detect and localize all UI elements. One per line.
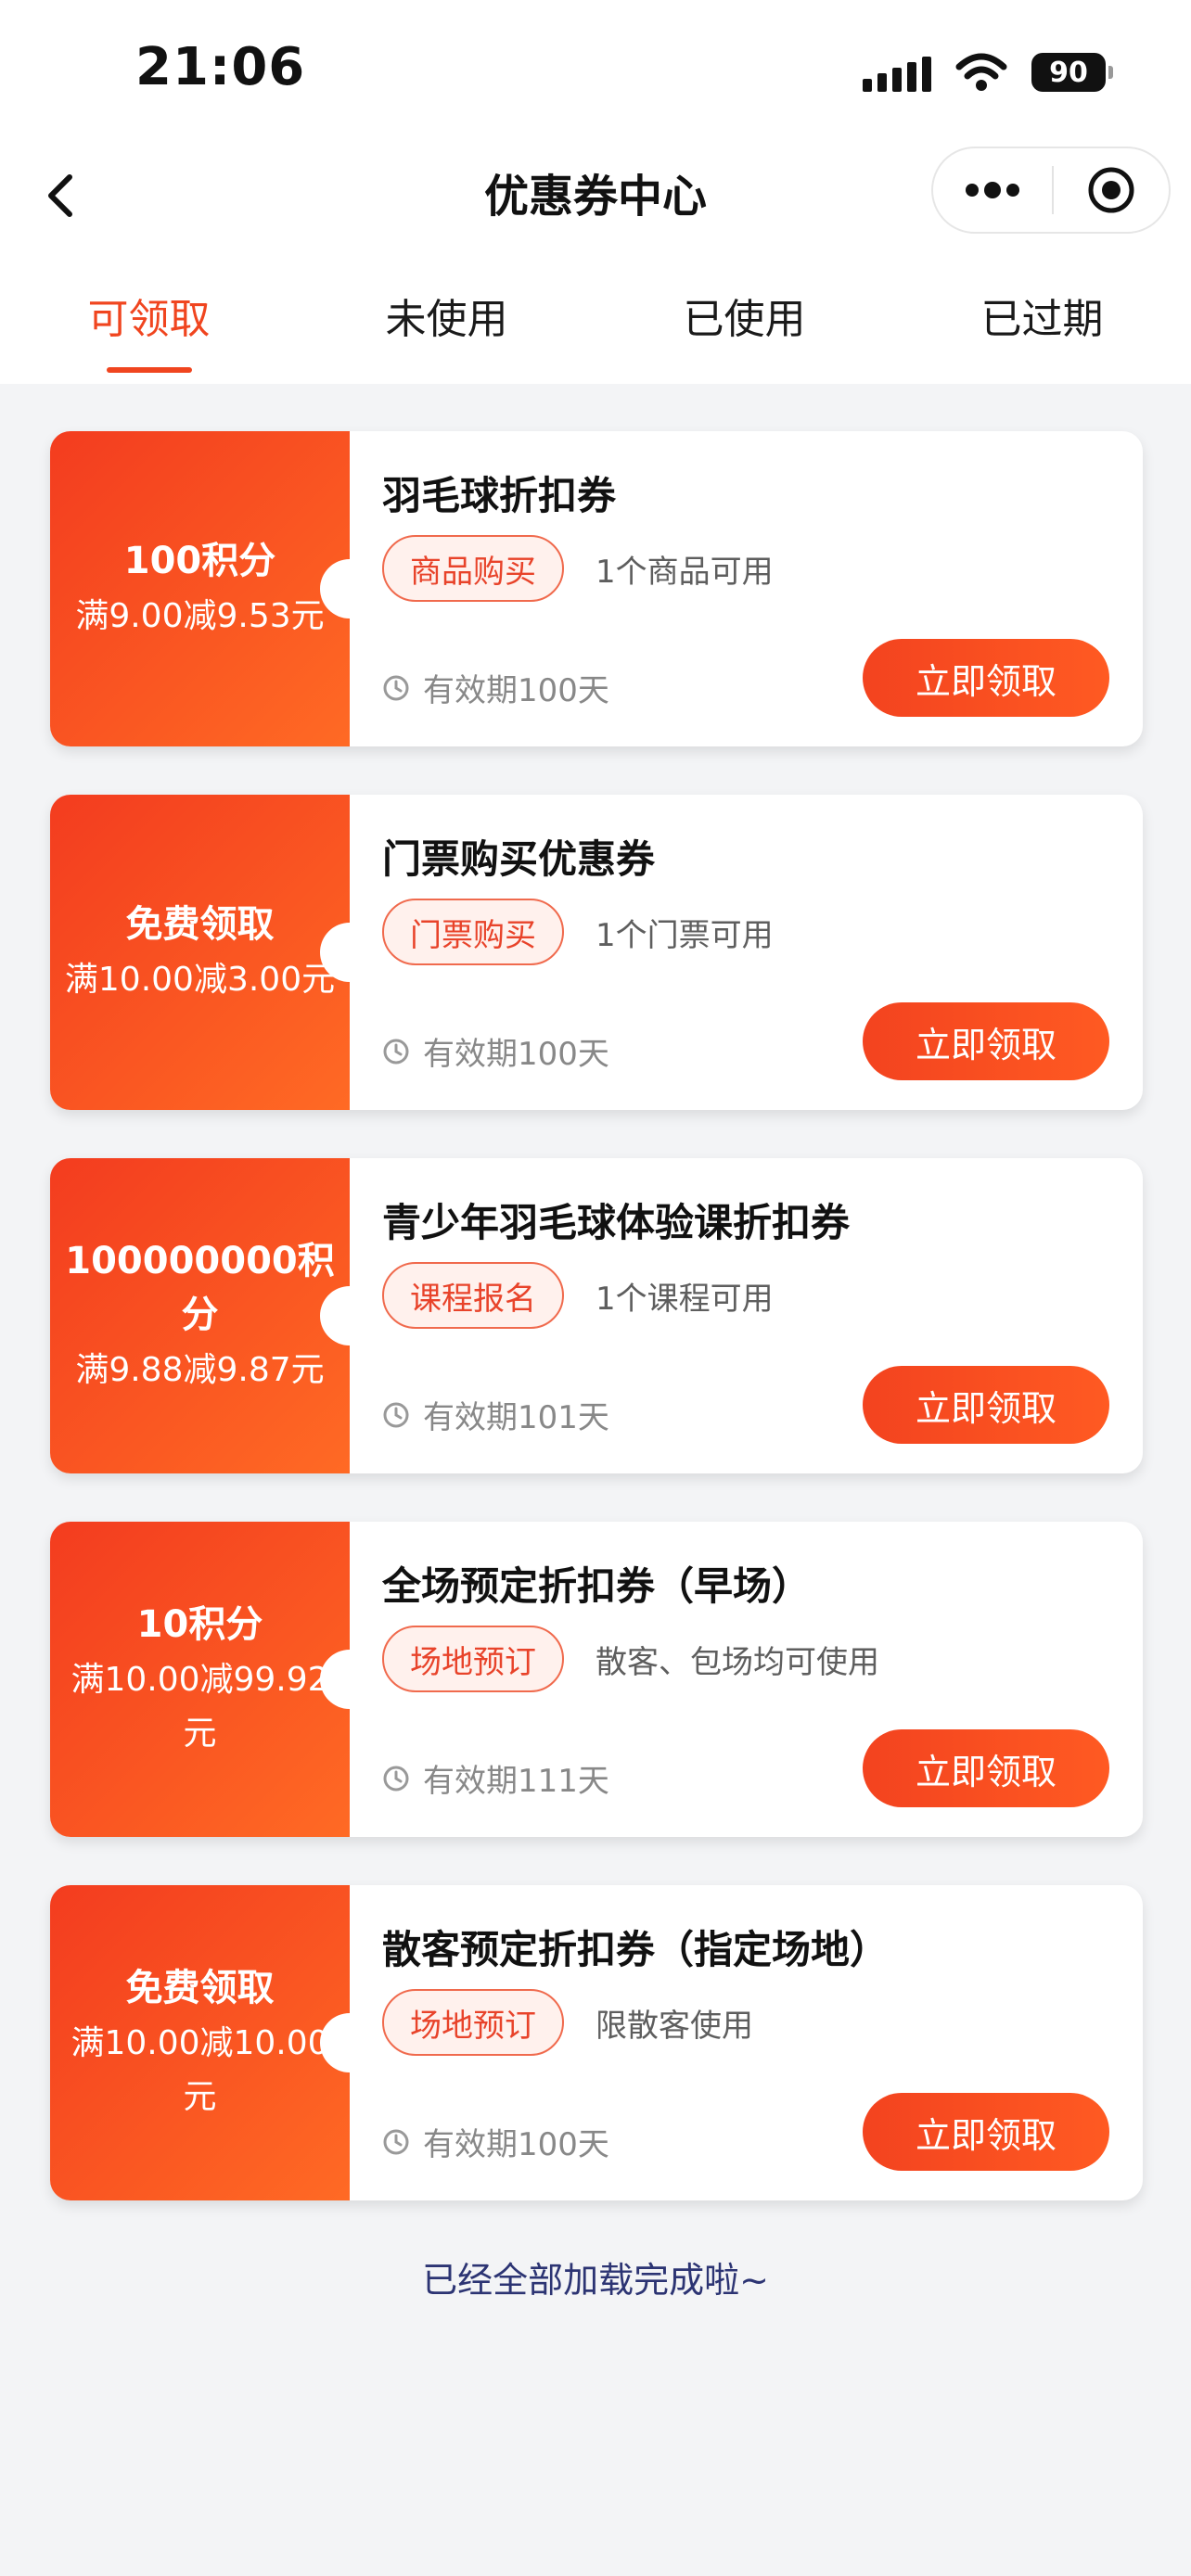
coupon-value: 100积分 (123, 540, 276, 582)
clock-icon (382, 1765, 410, 1792)
coupon-value-panel: 100000000积分 满9.88减9.87元 (50, 1158, 379, 1473)
coupon-details: 散客预定折扣券（指定场地） 场地预订 限散客使用 有效期100天 立即领取 (350, 1885, 1143, 2200)
coupon-scope: 1个门票可用 (596, 916, 774, 954)
list-end-text: 已经全部加载完成啦~ (422, 2260, 769, 2301)
coupon-details: 门票购买优惠券 门票购买 1个门票可用 有效期100天 立即领取 (350, 795, 1143, 1110)
tab-label: 已过期 (980, 296, 1104, 343)
coupon-value: 免费领取 (125, 1967, 275, 2009)
status-time: 21:06 (135, 37, 306, 97)
coupon-name: 门票购买优惠券 (382, 836, 656, 882)
coupon-card: 免费领取 满10.00减3.00元 门票购买优惠券 门票购买 1个门票可用 有效… (50, 795, 1143, 1110)
coupon-condition: 满9.00减9.53元 (75, 597, 325, 635)
claim-button[interactable]: 立即领取 (863, 639, 1109, 717)
coupon-name: 青少年羽毛球体验课折扣券 (382, 1200, 851, 1245)
claim-button[interactable]: 立即领取 (863, 1366, 1109, 1444)
clock-icon (382, 2128, 410, 2156)
coupon-value: 100000000积分 (65, 1240, 335, 1336)
tab-active-indicator (106, 367, 192, 373)
coupon-tag-row: 门票购买 1个门票可用 (382, 899, 774, 965)
tab-label: 未使用 (385, 296, 508, 343)
battery-icon: 90 (1031, 53, 1113, 92)
coupon-tag-row: 课程报名 1个课程可用 (382, 1262, 774, 1329)
tab-expired[interactable]: 已过期 (893, 250, 1191, 384)
status-icons: 90 (863, 46, 1113, 98)
tab-label: 已使用 (683, 296, 806, 343)
coupon-condition: 满10.00减99.92元 (70, 1661, 329, 1753)
battery-level: 90 (1049, 56, 1088, 89)
coupon-name: 羽毛球折扣券 (382, 473, 617, 518)
claim-button[interactable]: 立即领取 (863, 2093, 1109, 2171)
claim-button[interactable]: 立即领取 (863, 1729, 1109, 1807)
coupon-card: 100积分 满9.00减9.53元 羽毛球折扣券 商品购买 1个商品可用 有效期… (50, 431, 1143, 746)
coupon-card: 10积分 满10.00减99.92元 全场预定折扣券（早场） 场地预订 散客、包… (50, 1522, 1143, 1837)
coupon-card: 100000000积分 满9.88减9.87元 青少年羽毛球体验课折扣券 课程报… (50, 1158, 1143, 1473)
coupon-tag: 课程报名 (382, 1262, 564, 1329)
coupon-name: 全场预定折扣券（早场） (382, 1563, 812, 1609)
clock-icon (382, 674, 410, 702)
coupon-value-panel: 100积分 满9.00减9.53元 (50, 431, 379, 746)
nav-bar: 优惠券中心 (0, 139, 1191, 250)
coupon-scope: 1个商品可用 (596, 553, 774, 591)
coupon-details: 全场预定折扣券（早场） 场地预订 散客、包场均可使用 有效期111天 立即领取 (350, 1522, 1143, 1837)
signal-icon (863, 53, 931, 92)
coupon-validity: 有效期100天 (382, 665, 609, 710)
more-button[interactable] (933, 148, 1052, 232)
coupon-tag-row: 场地预订 限散客使用 (382, 1989, 753, 2056)
miniapp-capsule (931, 147, 1171, 234)
coupon-list: 100积分 满9.00减9.53元 羽毛球折扣券 商品购买 1个商品可用 有效期… (50, 431, 1143, 2249)
coupon-tag: 场地预订 (382, 1989, 564, 2056)
coupon-condition: 满10.00减10.00元 (70, 2024, 329, 2116)
coupon-tag-row: 场地预订 散客、包场均可使用 (382, 1626, 879, 1692)
coupon-value: 10积分 (136, 1603, 263, 1646)
validity-text: 有效期100天 (423, 672, 609, 709)
coupon-scope: 1个课程可用 (596, 1280, 774, 1318)
coupon-scope: 散客、包场均可使用 (596, 1643, 879, 1681)
validity-text: 有效期101天 (423, 1399, 609, 1436)
tab-bar: 可领取 未使用 已使用 已过期 (0, 250, 1191, 384)
clock-icon (382, 1038, 410, 1065)
validity-text: 有效期100天 (423, 1036, 609, 1073)
coupon-validity: 有效期100天 (382, 2119, 609, 2164)
claim-button[interactable]: 立即领取 (863, 1002, 1109, 1080)
coupon-validity: 有效期100天 (382, 1028, 609, 1074)
target-icon (1088, 167, 1134, 213)
tab-available[interactable]: 可领取 (0, 250, 298, 384)
coupon-value-panel: 10积分 满10.00减99.92元 (50, 1522, 379, 1837)
wifi-icon (955, 53, 1007, 91)
coupon-tag-row: 商品购买 1个商品可用 (382, 535, 774, 602)
coupon-name: 散客预定折扣券（指定场地） (382, 1927, 890, 1972)
coupon-value-panel: 免费领取 满10.00减10.00元 (50, 1885, 379, 2200)
close-miniapp-button[interactable] (1054, 148, 1169, 232)
tab-used[interactable]: 已使用 (596, 250, 893, 384)
status-bar: 21:06 90 (0, 0, 1191, 139)
coupon-validity: 有效期101天 (382, 1392, 609, 1437)
validity-text: 有效期100天 (423, 2126, 609, 2163)
tab-label: 可领取 (87, 296, 211, 343)
coupon-value-panel: 免费领取 满10.00减3.00元 (50, 795, 379, 1110)
clock-icon (382, 1401, 410, 1429)
coupon-value: 免费领取 (125, 903, 275, 946)
coupon-condition: 满10.00减3.00元 (64, 961, 336, 999)
coupon-tag: 门票购买 (382, 899, 564, 965)
validity-text: 有效期111天 (423, 1763, 609, 1800)
coupon-tag: 场地预订 (382, 1626, 564, 1692)
coupon-scope: 限散客使用 (596, 2007, 753, 2045)
coupon-details: 青少年羽毛球体验课折扣券 课程报名 1个课程可用 有效期101天 立即领取 (350, 1158, 1143, 1473)
coupon-card: 免费领取 满10.00减10.00元 散客预定折扣券（指定场地） 场地预订 限散… (50, 1885, 1143, 2200)
coupon-condition: 满9.88减9.87元 (75, 1351, 325, 1389)
tab-unused[interactable]: 未使用 (298, 250, 596, 384)
more-dots-icon (966, 182, 1019, 198)
coupon-details: 羽毛球折扣券 商品购买 1个商品可用 有效期100天 立即领取 (350, 431, 1143, 746)
coupon-tag: 商品购买 (382, 535, 564, 602)
coupon-validity: 有效期111天 (382, 1755, 609, 1801)
